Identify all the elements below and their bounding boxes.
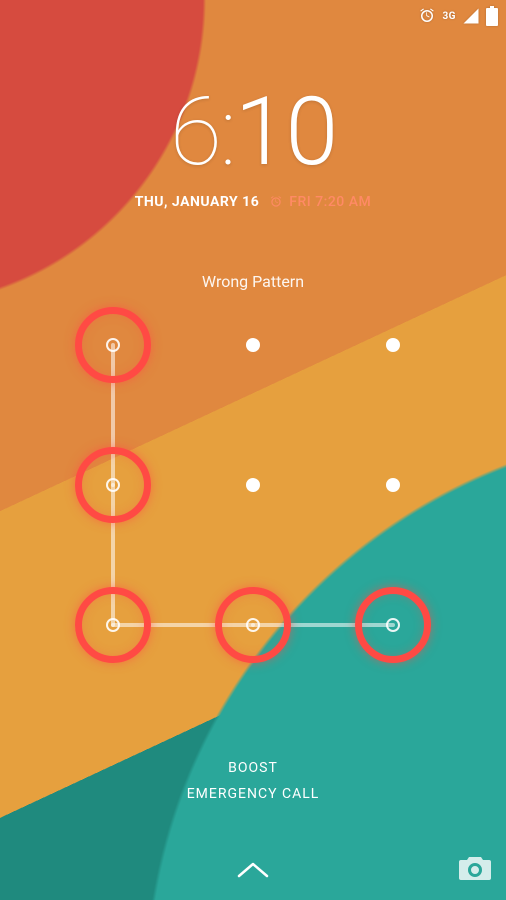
boost-button[interactable]: BOOST	[0, 756, 506, 782]
alarm-icon	[418, 7, 436, 25]
emergency-call-button[interactable]: EMERGENCY CALL	[0, 782, 506, 808]
pattern-status: Wrong Pattern	[0, 272, 506, 291]
next-alarm: FRI 7:20 AM	[269, 194, 371, 210]
pattern-dot[interactable]	[386, 338, 400, 352]
pattern-dot[interactable]	[386, 478, 400, 492]
date-text: THU, JANUARY 16	[135, 194, 260, 210]
pattern-lock[interactable]	[83, 315, 423, 655]
pattern-dot[interactable]	[246, 478, 260, 492]
time-hour: 6	[170, 77, 220, 188]
signal-icon	[462, 7, 480, 25]
time-display: 6:10	[0, 85, 506, 180]
alarm-icon	[269, 195, 283, 209]
pattern-dot[interactable]	[106, 618, 120, 632]
camera-shortcut[interactable]	[458, 854, 492, 886]
pattern-dot[interactable]	[106, 478, 120, 492]
pattern-dot[interactable]	[246, 338, 260, 352]
lock-actions: BOOST EMERGENCY CALL	[0, 756, 506, 808]
pattern-dot[interactable]	[106, 338, 120, 352]
lock-clock: 6:10 THU, JANUARY 16 FRI 7:20 AM	[0, 85, 506, 210]
camera-icon	[458, 854, 492, 882]
bottom-handle-bar	[0, 850, 506, 890]
battery-icon	[486, 6, 498, 26]
network-3g-icon: 3G	[442, 11, 456, 22]
chevron-up-icon[interactable]	[235, 860, 271, 880]
time-minute: 10	[235, 77, 336, 188]
status-bar: 3G	[0, 0, 506, 32]
next-alarm-text: FRI 7:20 AM	[289, 194, 371, 210]
time-separator: :	[220, 77, 235, 188]
pattern-dot[interactable]	[246, 618, 260, 632]
pattern-dot[interactable]	[386, 618, 400, 632]
